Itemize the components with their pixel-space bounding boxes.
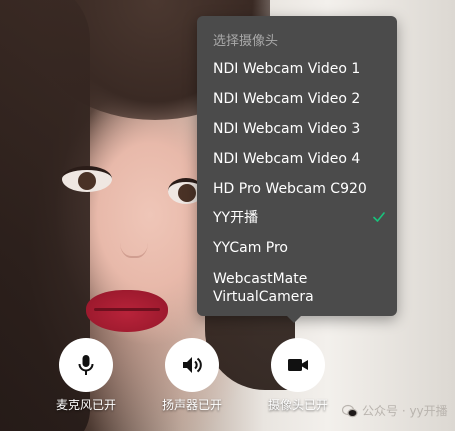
camera-option-label: HD Pro Webcam C920 [213,181,367,197]
speaker-toggle-button[interactable] [165,338,219,392]
camera-option-yycam-pro[interactable]: YYCam Pro [197,239,397,257]
camera-option-label: NDI Webcam Video 4 [213,151,361,167]
wechat-icon [342,404,358,417]
lips [86,290,168,332]
camera-toggle-button[interactable] [271,338,325,392]
check-icon [373,212,385,222]
watermark-text: 公众号 · yy开播 [362,404,448,418]
camera-option-ndi-4[interactable]: NDI Webcam Video 4 [197,150,397,168]
microphone-icon [78,355,94,375]
speaker-icon [183,357,202,373]
camera-option-ndi-1[interactable]: NDI Webcam Video 1 [197,60,397,78]
camera-option-label: WebcastMate VirtualCamera [213,271,314,305]
camera-option-label: NDI Webcam Video 2 [213,91,361,107]
microphone-status-label: 麦克风已开 [55,398,116,412]
left-eye [62,166,112,192]
camera-status-label: 摄像头已开 [267,398,328,412]
camera-select-menu: 选择摄像头 NDI Webcam Video 1 NDI Webcam Vide… [197,16,397,323]
nose [120,220,148,258]
camera-option-webcastmate[interactable]: WebcastMate VirtualCamera [197,270,397,306]
speaker-control: 扬声器已开 [152,338,232,413]
speaker-status-label: 扬声器已开 [161,398,222,412]
camera-option-label: YYCam Pro [213,240,288,256]
camera-option-ndi-2[interactable]: NDI Webcam Video 2 [197,90,397,108]
camera-option-label: NDI Webcam Video 3 [213,121,361,137]
camera-option-yy[interactable]: YY开播 [197,209,397,227]
camera-option-label: NDI Webcam Video 1 [213,61,361,77]
microphone-control: 麦克风已开 [46,338,126,413]
camera-option-ndi-3[interactable]: NDI Webcam Video 3 [197,120,397,138]
camera-control: 摄像头已开 [258,338,338,413]
camera-option-label: YY开播 [213,210,259,226]
video-camera-icon [288,359,308,371]
camera-option-c920[interactable]: HD Pro Webcam C920 [197,180,397,198]
watermark: 公众号 · yy开播 [342,402,448,419]
menu-title: 选择摄像头 [213,34,279,49]
microphone-toggle-button[interactable] [59,338,113,392]
